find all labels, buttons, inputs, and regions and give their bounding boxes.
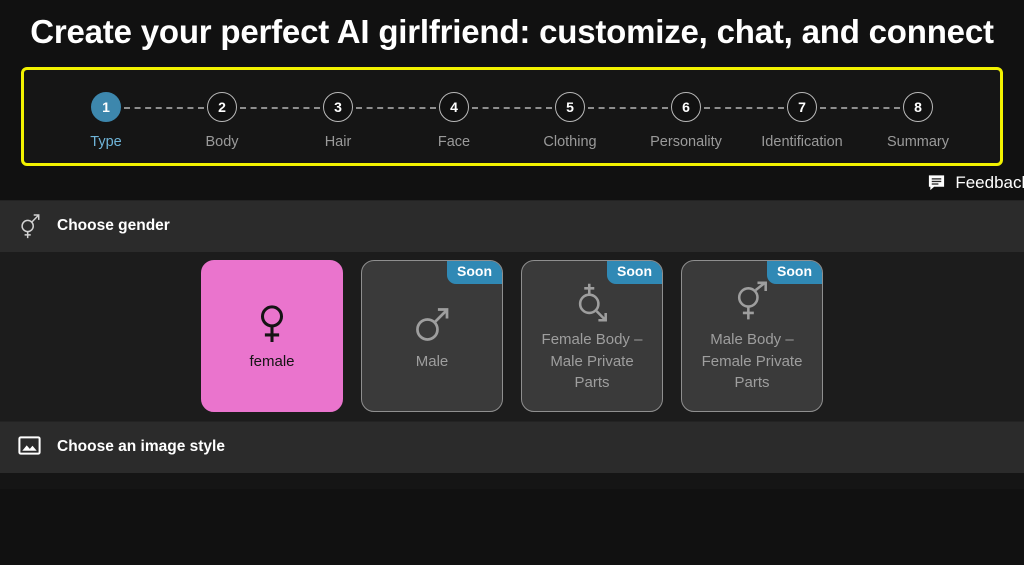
- step-personality[interactable]: 6 Personality: [628, 91, 744, 150]
- image-picture-icon: [17, 433, 43, 461]
- transgender-male-body-icon: [731, 279, 773, 325]
- progress-stepper: 1 Type 2 Body 3 Hair 4 Face 5 Clothing 6 Personalit…: [24, 70, 1000, 163]
- choose-image-style-section-header: Choose an image style: [0, 420, 1024, 473]
- choose-gender-title: Choose gender: [57, 217, 170, 235]
- feedback-button[interactable]: Feedback: [927, 173, 1024, 193]
- step-label: Body: [205, 133, 239, 150]
- gender-card-3[interactable]: Soon Male Body – Female Private Parts: [681, 260, 823, 413]
- page-title: Create your perfect AI girlfriend: custo…: [30, 13, 994, 50]
- step-label: Type: [90, 133, 122, 150]
- soon-badge: Soon: [767, 261, 822, 284]
- soon-badge: Soon: [447, 261, 502, 284]
- step-number-badge: 4: [439, 91, 469, 122]
- step-number-badge: 7: [787, 91, 817, 122]
- step-clothing[interactable]: 5 Clothing: [512, 91, 628, 150]
- step-label: Summary: [886, 133, 950, 150]
- step-number-badge: 5: [555, 91, 585, 122]
- soon-badge: Soon: [607, 261, 662, 284]
- step-hair[interactable]: 3 Hair: [280, 91, 396, 150]
- stepper-highlight-frame: 1 Type 2 Body 3 Hair 4 Face 5 Clothing 6 Personalit…: [21, 66, 1003, 166]
- step-identification[interactable]: 7 Identification: [744, 91, 860, 150]
- gender-card-label: Female Body – Male Private Parts: [541, 331, 643, 392]
- gender-card-1[interactable]: Soon Male: [361, 260, 503, 413]
- page-header: Create your perfect AI girlfriend: custo…: [0, 0, 1024, 59]
- step-number-badge: 1: [91, 91, 121, 122]
- step-number-badge: 8: [903, 91, 933, 122]
- step-label: Personality: [650, 133, 722, 150]
- intersex-symbol-icon: [17, 212, 43, 240]
- step-label: Identification: [761, 133, 843, 150]
- step-number-badge: 6: [671, 91, 701, 122]
- step-summary[interactable]: 8 Summary: [860, 91, 976, 150]
- choose-image-style-title: Choose an image style: [57, 438, 225, 456]
- gender-card-0[interactable]: female: [201, 260, 343, 413]
- step-body[interactable]: 2 Body: [164, 91, 280, 150]
- bottom-filler: [0, 472, 1024, 489]
- mars-symbol-icon: [412, 301, 452, 347]
- page-root: Create your perfect AI girlfriend: custo…: [0, 0, 1024, 565]
- step-label: Face: [437, 133, 471, 150]
- gender-card-2[interactable]: Soon Female Body – Male Private Parts: [521, 260, 663, 413]
- venus-symbol-icon: [253, 301, 291, 347]
- gender-card-label: Male: [415, 352, 449, 370]
- step-type[interactable]: 1 Type: [48, 91, 164, 150]
- gender-card-label: female: [249, 352, 295, 370]
- step-face[interactable]: 4 Face: [396, 91, 512, 150]
- feedback-label: Feedback: [955, 172, 1024, 192]
- step-number-badge: 3: [323, 91, 353, 122]
- chat-bubble-icon: [927, 173, 946, 192]
- gender-card-list: female Soon Male Soon Female Body – Male Pri…: [0, 251, 1024, 421]
- feedback-row: Feedback: [0, 165, 1024, 200]
- transgender-female-body-icon: [571, 279, 613, 325]
- step-label: Clothing: [543, 133, 597, 150]
- step-number-badge: 2: [207, 91, 237, 122]
- step-label: Hair: [324, 133, 352, 150]
- gender-card-label: Male Body – Female Private Parts: [701, 331, 803, 392]
- choose-gender-section-header: Choose gender: [0, 199, 1024, 252]
